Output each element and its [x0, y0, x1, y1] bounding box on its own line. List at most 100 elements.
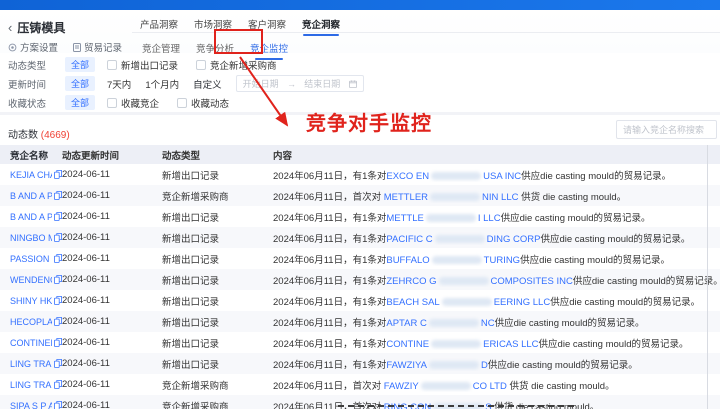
row-date: 2024-06-11 [62, 400, 110, 409]
content-suffix: 供应die casting mould的贸易记录。 [538, 338, 689, 350]
copy-icon[interactable] [54, 191, 62, 200]
content-company-1[interactable]: METTLER [384, 192, 428, 203]
date-range-picker[interactable]: 开始日期 → 结束日期 [235, 75, 364, 92]
checkbox-favorite-dynamic[interactable]: 收藏动态 [177, 96, 229, 110]
company-link[interactable]: LING TRADI.. [10, 359, 52, 369]
row-content: 2024年06月11日，首次对 RING CON S 供货 die casting… [273, 399, 720, 409]
filter-panel: 动态类型 全部 新增出口记录 竞企新增采购商 更新时间 全部 7天内 1个月内 … [0, 53, 720, 112]
redacted-blur [431, 339, 482, 348]
company-link[interactable]: KEJIA CHA... [10, 170, 52, 180]
row-content: 2024年06月11日，有1条对ZEHRCO G COMPOSITES INC供应… [273, 273, 720, 287]
copy-icon[interactable] [54, 170, 62, 179]
option-1-month[interactable]: 1个月内 [145, 77, 179, 91]
content-prefix: 2024年06月11日，有1条对 [273, 212, 387, 224]
copy-icon[interactable] [54, 212, 62, 221]
row-content: 2024年06月11日，首次对 METTLER NIN LLC 供货 die ca… [273, 189, 720, 203]
subtab-competition-analysis[interactable]: 竞争分析 [196, 41, 234, 58]
redacted-blur [420, 381, 471, 390]
page-title: 压铸模具 [17, 21, 66, 35]
checkbox-icon [177, 97, 188, 108]
row-date: 2024-06-11 [62, 295, 110, 306]
content-company-1[interactable]: ZEHRCO G [386, 276, 436, 287]
content-company-2[interactable]: DING CORP [487, 234, 541, 245]
redacted-blur [434, 234, 485, 243]
company-link[interactable]: SHINY HK I... [10, 296, 52, 306]
row-content: 2024年06月11日，有1条对BEACH SAL EERING LLC供应die… [273, 294, 720, 308]
content-company-1[interactable]: FAWZIY [384, 381, 419, 392]
content-company-2[interactable]: NIN LLC [482, 192, 518, 203]
copy-icon[interactable] [54, 359, 62, 368]
company-link[interactable]: NINGBO M... [10, 233, 52, 243]
copy-icon[interactable] [54, 233, 62, 242]
content-company-1[interactable]: EXCO EN [386, 171, 429, 182]
company-link[interactable]: CONTINEN... [10, 338, 52, 348]
table-row: WENDENG ... 2024-06-11 新增出口记录 2024年06月11… [0, 269, 720, 290]
all-pill-type[interactable]: 全部 [65, 57, 96, 72]
copy-icon[interactable] [54, 275, 62, 284]
content-company-2[interactable]: NC [481, 318, 495, 329]
row-type: 新增出口记录 [162, 170, 220, 182]
option-custom[interactable]: 自定义 [193, 77, 222, 91]
copy-icon[interactable] [54, 338, 62, 347]
all-pill-favorite[interactable]: 全部 [65, 95, 96, 110]
content-prefix: 2024年06月11日，有1条对 [273, 170, 387, 182]
content-company-2[interactable]: TURING [484, 255, 520, 266]
col-dynamic-type: 动态类型 [162, 150, 201, 162]
content-company-1[interactable]: FAWZIYA [386, 360, 427, 371]
content-company-1[interactable]: APTAR C [386, 318, 426, 329]
content-suffix: 供应die casting mould的贸易记录。 [521, 170, 672, 182]
content-company-1[interactable]: BUFFALO [386, 255, 429, 266]
content-company-2[interactable]: CO LTD [473, 381, 507, 392]
content-company-2[interactable]: COMPOSITES INC [491, 276, 573, 287]
annotation-text: 竞争对手监控 [306, 113, 432, 135]
subtab-competitor-management[interactable]: 竞企管理 [142, 41, 180, 58]
top-title-bar [0, 0, 720, 10]
table-row: NINGBO M... 2024-06-11 新增出口记录 2024年06月11… [0, 227, 720, 248]
content-company-1[interactable]: BEACH SAL [386, 297, 439, 308]
company-link[interactable]: B AND A P... [10, 212, 52, 222]
copy-icon[interactable] [54, 317, 62, 326]
back-icon[interactable]: ‹ [8, 21, 12, 34]
content-company-2[interactable]: I LLC [478, 213, 501, 224]
content-company-1[interactable]: METTLE [386, 213, 423, 224]
trade-records-link[interactable]: 贸易记录 [73, 40, 122, 54]
copy-icon[interactable] [54, 296, 62, 305]
content-company-2[interactable]: EERING LLC [494, 297, 551, 308]
company-link[interactable]: PASSION M... [10, 254, 52, 264]
row-date: 2024-06-11 [62, 190, 110, 201]
content-company-2[interactable]: USA INC [483, 171, 521, 182]
checkbox-favorite-competitor[interactable]: 收藏竞企 [107, 96, 159, 110]
subtab-competitor-monitoring[interactable]: 竞企监控 [250, 41, 288, 60]
company-link[interactable]: WENDENG ... [10, 275, 52, 285]
content-company-1[interactable]: PACIFIC C [386, 234, 432, 245]
row-date: 2024-06-11 [62, 253, 110, 264]
content-company-2[interactable]: D [481, 360, 488, 371]
filter-row-dynamic-type: 动态类型 全部 新增出口记录 竞企新增采购商 [0, 55, 720, 74]
company-link[interactable]: B AND A P... [10, 191, 52, 201]
col-update-time: 动态更新时间 [62, 150, 120, 162]
copy-icon[interactable] [54, 380, 62, 389]
copy-icon[interactable] [54, 254, 62, 263]
content-suffix: 供货 die casting mould。 [518, 191, 627, 203]
company-link[interactable]: LING TRADI... [10, 380, 52, 390]
content-suffix: 供应die casting mould的贸易记录。 [494, 317, 645, 329]
table-row: SHINY HK I... 2024-06-11 新增出口记录 2024年06月… [0, 290, 720, 311]
table-row: HECOPLAS... 2024-06-11 新增出口记录 2024年06月11… [0, 311, 720, 332]
filter-label: 动态类型 [8, 60, 47, 72]
row-date: 2024-06-11 [62, 232, 110, 243]
content-company-2[interactable]: ERICAS LLC [483, 339, 538, 350]
option-7-days[interactable]: 7天内 [107, 77, 131, 91]
checkbox-new-export-record[interactable]: 新增出口记录 [107, 58, 178, 72]
company-link[interactable]: SIPA S P A S... [10, 401, 52, 409]
copy-icon[interactable] [54, 401, 62, 409]
company-link[interactable]: HECOPLAS... [10, 317, 52, 327]
calendar-icon [348, 79, 357, 88]
row-type: 新增出口记录 [162, 359, 220, 371]
start-date-placeholder: 开始日期 [242, 79, 279, 89]
plan-settings-link[interactable]: 方案设置 [8, 40, 58, 54]
col-content: 内容 [273, 150, 293, 162]
content-company-1[interactable]: CONTINE [386, 339, 429, 350]
all-pill-time[interactable]: 全部 [65, 76, 96, 91]
search-input[interactable] [616, 120, 717, 139]
content-suffix: 供应die casting mould的贸易记录。 [572, 275, 720, 287]
